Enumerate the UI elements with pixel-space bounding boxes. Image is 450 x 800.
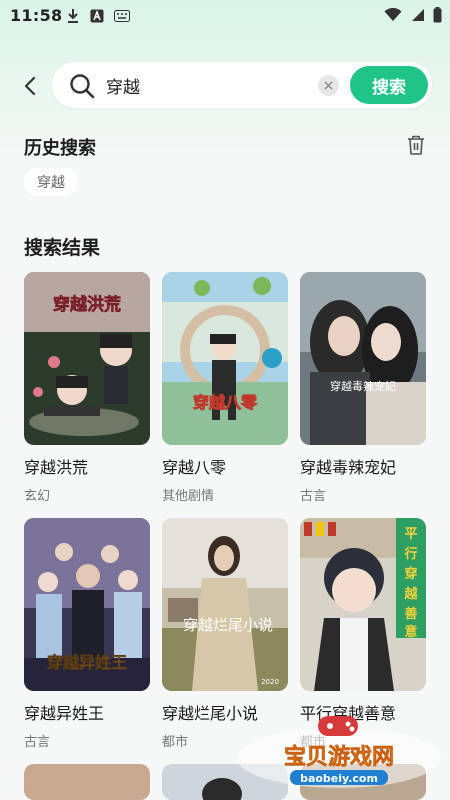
cover-title: 穿越异姓王 [47,653,127,672]
cover-title: 穿越毒辣宠妃 [330,379,396,393]
svg-text:意: 意 [404,624,417,640]
status-bar: 11:58 [0,0,450,32]
card-genre: 古言 [24,735,51,750]
card-title: 穿越异姓王 [24,704,105,723]
history-title: 历史搜索 [24,138,96,159]
result-card[interactable]: 穿越洪荒 穿越洪荒 玄幻 [24,272,150,504]
svg-text:善: 善 [404,606,417,622]
wifi-icon [384,8,402,21]
cover-title: 穿越八零 [193,393,258,412]
card-genre: 其他剧情 [162,489,215,504]
svg-text:穿: 穿 [404,566,417,582]
cover-image: 穿越烂尾小说 2020 [162,518,288,691]
search-box: 搜索 [52,62,432,108]
watermark-url: baobeiy.com [300,772,378,785]
result-card[interactable]: 穿越异姓王 穿越异姓王 古言 [24,518,150,750]
results-title: 搜索结果 [24,237,101,259]
svg-text:2020: 2020 [261,678,279,686]
cover-image: 穿越八零 [162,272,288,445]
gamepad-icon [318,716,358,736]
signal-icon [412,9,424,21]
clear-history-button[interactable] [406,134,426,156]
cover-title: 穿越洪荒 [53,294,121,315]
watermark: 宝贝游戏网 baobeiy.com [234,710,444,790]
cover-image: 穿越异姓王 [24,518,150,691]
status-icons-left [66,8,130,24]
history-chip[interactable]: 穿越 [24,168,78,196]
result-card[interactable] [24,764,150,800]
battery-icon [433,7,442,23]
card-title: 穿越毒辣宠妃 [300,458,397,477]
card-title: 穿越八零 [162,458,227,477]
watermark-title: 宝贝游戏网 [284,744,394,770]
cover-title: 穿越烂尾小说 [183,616,273,634]
card-genre: 玄幻 [24,489,51,504]
trash-icon [408,135,424,155]
cover-image: 穿越毒辣宠妃 [300,272,426,445]
result-card[interactable]: 穿越八零 穿越八零 其他剧情 [162,272,288,504]
clear-search-button[interactable] [318,75,339,96]
card-genre: 古言 [300,489,327,504]
search-input[interactable] [106,72,306,98]
svg-text:行: 行 [403,546,417,562]
keyboard-icon [114,10,130,22]
status-icons-right [384,7,442,23]
a-icon [90,9,104,23]
search-button[interactable]: 搜索 [350,66,428,104]
back-button[interactable] [18,72,42,100]
close-icon [324,81,333,90]
search-icon [70,74,95,99]
status-time: 11:58 [10,6,63,25]
download-icon [68,9,78,23]
result-card[interactable]: 穿越毒辣宠妃 穿越毒辣宠妃 古言 [300,272,426,504]
chevron-left-icon [24,76,36,96]
cover-image: 平 行 穿 越 善 意 [300,518,426,691]
svg-text:越: 越 [403,586,418,602]
cover-image [24,764,150,800]
card-title: 穿越洪荒 [24,458,89,477]
svg-text:平: 平 [404,527,417,542]
cover-image: 穿越洪荒 [24,272,150,445]
